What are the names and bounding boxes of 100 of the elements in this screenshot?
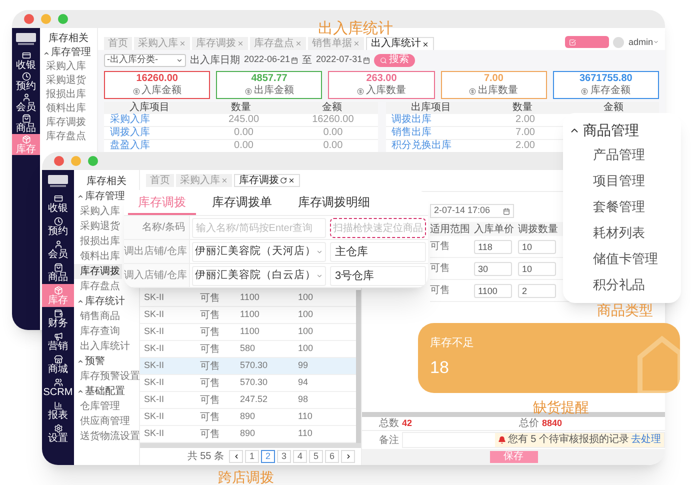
quantity-input[interactable]: 10	[518, 240, 556, 254]
submenu-item[interactable]: 领料出库	[74, 249, 122, 264]
menu-group[interactable]: 库存管理	[74, 189, 125, 204]
table-row[interactable]: SK-II 可售 1100 100	[140, 290, 356, 307]
submenu-item[interactable]: 供应商管理	[74, 414, 132, 429]
menu-item[interactable]: 耗材列表	[569, 220, 645, 246]
warehouse-field[interactable]: 主仓库	[330, 242, 426, 262]
clock-icon	[22, 72, 30, 80]
date-field[interactable]: 2022-07-31	[316, 53, 370, 67]
quantity-input[interactable]: 10	[518, 262, 556, 276]
table-link[interactable]: 盘盈入库	[104, 140, 200, 152]
submenu-item[interactable]: 仓库管理	[74, 399, 122, 414]
page-button[interactable]: 1	[245, 450, 259, 463]
submenu-item[interactable]: 领料出库	[40, 102, 88, 116]
table-row[interactable]: SK-II 可售 247.52 98	[140, 392, 356, 409]
search-field[interactable]: 输入名称/简码按Enter查询	[192, 218, 326, 238]
store-select[interactable]: 伊丽汇美容院（天河店）	[192, 242, 326, 262]
product-name: SK-II	[143, 410, 166, 424]
table-link[interactable]: 调拨出库	[386, 114, 481, 126]
settings-icon	[54, 424, 62, 432]
chevron-down-icon	[316, 272, 323, 280]
submenu-item[interactable]: 库存调拨	[74, 264, 122, 279]
menu-group[interactable]: 基础配置	[74, 384, 125, 399]
menu-item[interactable]: 积分礼品	[569, 272, 645, 298]
table-link[interactable]: 积分兑换出库	[386, 140, 481, 152]
sidebar-item[interactable]: 财务	[42, 307, 74, 330]
sidebar-item[interactable]: 商品	[12, 113, 40, 134]
sidebar-item[interactable]: 会员	[12, 92, 40, 113]
sidebar-item[interactable]: 收银	[12, 50, 40, 71]
submenu-item[interactable]: 出入库统计	[74, 339, 132, 354]
sidebar-item[interactable]: 商城	[42, 353, 74, 376]
tab[interactable]: 库存调拨	[234, 174, 300, 187]
menu-item[interactable]: 套餐管理	[569, 194, 645, 220]
previous-page-button[interactable]	[229, 450, 243, 463]
menu-item[interactable]: 项目管理	[569, 168, 645, 194]
submenu-item[interactable]: 采购退货	[40, 74, 88, 88]
table-link[interactable]: 采购入库	[104, 114, 200, 126]
submenu-item[interactable]: 库存调拨	[40, 116, 88, 130]
menu-group[interactable]: 库存统计	[74, 294, 125, 309]
date-field[interactable]: 2-07-14 17:06	[430, 204, 514, 218]
remark-field[interactable]: 您有 5 个待审核报损的记录 去处理	[402, 432, 665, 448]
submenu-item[interactable]: 送货物流设置	[74, 429, 142, 444]
submenu-title: 库存相关	[48, 32, 90, 46]
submenu-item[interactable]: 库存盘点	[40, 130, 88, 144]
table-link[interactable]: 销售出库	[386, 127, 481, 139]
sidebar-item[interactable]: 营销	[42, 330, 74, 353]
submenu-item[interactable]: 采购退货	[74, 219, 122, 234]
menu-item[interactable]: 储值卡管理	[569, 246, 658, 272]
submenu-item[interactable]: 库存预警设置	[74, 369, 142, 384]
page-button[interactable]: 5	[309, 450, 323, 463]
menu-group[interactable]: 商品管理	[569, 118, 639, 142]
submenu-item[interactable]: 报损出库	[74, 234, 122, 249]
tab[interactable]: 库存调拨单	[202, 191, 282, 215]
table-link[interactable]: 调拨入库	[104, 127, 200, 139]
menu-item[interactable]: 产品管理	[569, 142, 645, 168]
sidebar-item[interactable]: 预约	[12, 71, 40, 92]
page-button[interactable]: 6	[325, 450, 339, 463]
table-row[interactable]: SK-II 可售 890 110	[140, 409, 356, 426]
next-page-button[interactable]	[341, 450, 355, 463]
tab[interactable]: 出入库统计	[366, 37, 434, 50]
quantity-input[interactable]: 2	[518, 284, 556, 298]
table-row[interactable]: SK-II 可售 890 110	[140, 426, 356, 443]
menu-group[interactable]: 库存管理	[40, 46, 91, 60]
price-input[interactable]: 30	[474, 262, 512, 276]
print-toggle-button[interactable]	[565, 36, 610, 48]
tab[interactable]: 库存调拨明细	[288, 191, 380, 215]
page-button[interactable]: 4	[293, 450, 307, 463]
sidebar-item[interactable]: 预约	[42, 215, 74, 238]
scan-field[interactable]: 扫描枪快速定位商品	[330, 218, 426, 238]
table-row[interactable]: SK-II 可售 580 100	[140, 341, 356, 358]
column-header: 金额	[602, 102, 624, 114]
price-input[interactable]: 1100	[474, 284, 512, 298]
vertical-scrollbar[interactable]	[356, 290, 361, 443]
submenu-item[interactable]: 采购入库	[40, 60, 88, 74]
table-row[interactable]: SK-II 可售 1100 100	[140, 307, 356, 324]
table-row[interactable]: SK-II 可售 1100 100	[140, 324, 356, 341]
store-select[interactable]: 伊丽汇美容院（白云店）	[192, 266, 326, 286]
submenu-item[interactable]: 采购入库	[74, 204, 122, 219]
sidebar-item[interactable]: 会员	[42, 238, 74, 261]
page-button[interactable]: 2	[261, 450, 275, 463]
date-field[interactable]: 2022-06-21	[244, 53, 298, 67]
category-select[interactable]: -出入库分类-	[104, 54, 186, 66]
sidebar-item[interactable]: 设置	[42, 422, 74, 445]
table-row[interactable]: SK-II 可售 570.30 99	[140, 358, 356, 375]
page-button[interactable]: 3	[277, 450, 291, 463]
horizontal-scrollbar[interactable]	[140, 443, 361, 448]
submenu-item[interactable]: 销售商品	[74, 309, 122, 324]
warehouse-field[interactable]: 3号仓库	[330, 266, 426, 286]
sidebar-item[interactable]: SCRM	[42, 376, 74, 399]
alert-link[interactable]: 去处理	[631, 434, 661, 446]
submenu-item[interactable]: 库存查询	[74, 324, 122, 339]
user-menu[interactable]: admin	[628, 36, 659, 48]
sidebar-item[interactable]: 收银	[42, 192, 74, 215]
sidebar-item[interactable]: 商品	[42, 261, 74, 284]
submenu-item[interactable]: 库存盘点	[74, 279, 122, 294]
menu-group[interactable]: 预警	[74, 354, 105, 369]
table-row[interactable]: SK-II 可售 570.30 94	[140, 375, 356, 392]
submenu-item[interactable]: 报损出库	[40, 88, 88, 102]
sidebar-item[interactable]: 报表	[42, 399, 74, 422]
price-input[interactable]: 118	[474, 240, 512, 254]
